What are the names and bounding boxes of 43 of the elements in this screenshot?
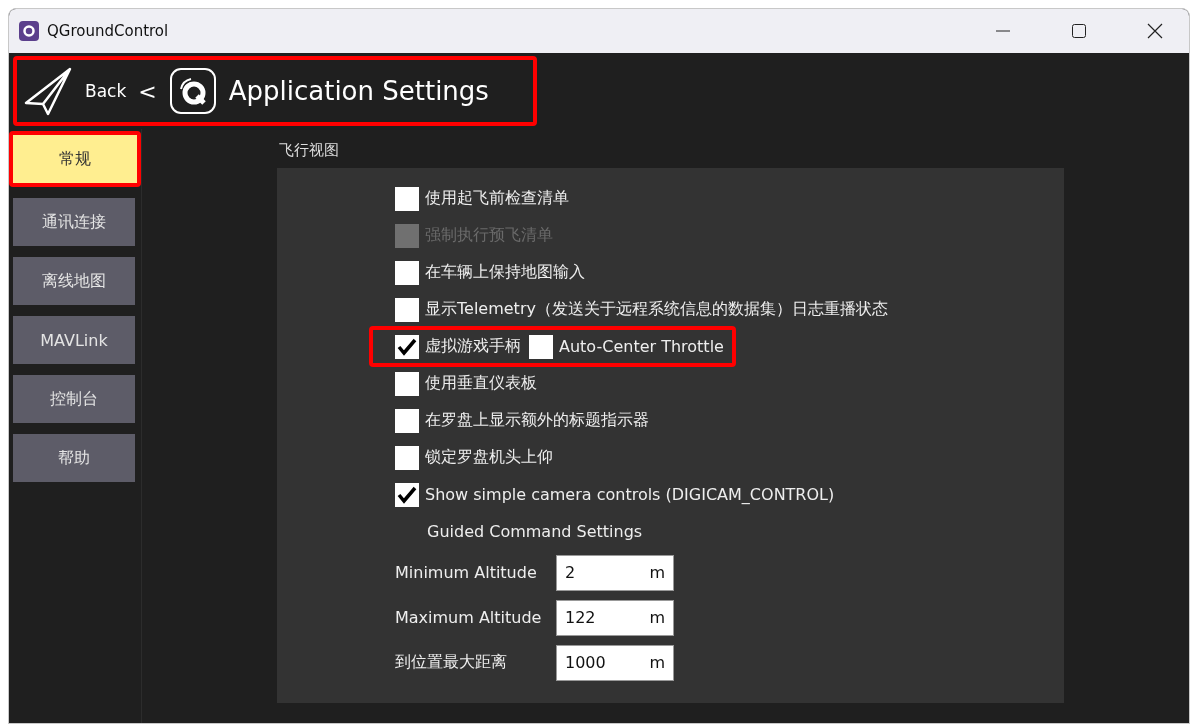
field-label: 到位置最大距离 xyxy=(395,652,508,673)
checkbox[interactable] xyxy=(395,334,419,359)
section-title: 飞行视图 xyxy=(279,141,340,161)
sidebar-item[interactable]: 常规 xyxy=(9,131,141,187)
checkbox[interactable] xyxy=(395,371,419,396)
checkbox-label: 在车辆上保持地图输入 xyxy=(425,262,585,283)
sidebar-item[interactable]: 通讯连接 xyxy=(13,198,135,246)
group-heading: Guided Command Settings xyxy=(427,521,644,543)
app-icon xyxy=(19,21,39,41)
checkmark-icon xyxy=(397,485,417,504)
checkbox[interactable] xyxy=(395,186,419,211)
field-label: Minimum Altitude xyxy=(395,563,538,582)
checkbox[interactable] xyxy=(395,297,419,322)
checkbox[interactable] xyxy=(395,260,419,285)
checkbox[interactable] xyxy=(395,482,419,507)
window-title: QGroundControl xyxy=(47,22,170,40)
checkbox-label: 锁定罗盘机头上仰 xyxy=(425,447,553,468)
checkbox[interactable] xyxy=(395,408,419,433)
maximize-icon[interactable] xyxy=(1072,24,1086,38)
sidebar-item[interactable]: 帮助 xyxy=(13,434,135,482)
app-logo-icon xyxy=(168,67,217,115)
back-link[interactable]: Back xyxy=(85,81,127,101)
checkmark-icon xyxy=(397,337,417,356)
page-title: Application Settings xyxy=(228,76,489,106)
checkbox[interactable] xyxy=(529,334,553,359)
sidebar-item[interactable]: 离线地图 xyxy=(13,257,135,305)
unit-text: m xyxy=(649,562,665,582)
checkbox-label: Auto-Center Throttle xyxy=(559,337,724,356)
unit-text: m xyxy=(649,652,665,672)
checkbox-label: 虚拟游戏手柄 xyxy=(425,336,521,357)
field-label: Maximum Altitude xyxy=(395,608,543,627)
checkbox-label: 显示Telemetry（发送关于远程系统信息的数据集）日志重播状态 xyxy=(425,299,888,320)
sidebar-item[interactable]: 控制台 xyxy=(13,375,135,423)
checkbox[interactable] xyxy=(395,445,419,470)
close-icon[interactable] xyxy=(1147,23,1163,39)
checkbox-label: 使用垂直仪表板 xyxy=(425,373,537,394)
sidebar-item[interactable]: MAVLink xyxy=(13,316,135,364)
unit-text: m xyxy=(649,607,665,627)
checkbox-label: 使用起飞前检查清单 xyxy=(425,188,569,209)
checkbox-label: Show simple camera controls (DIGICAM_CONTROL) xyxy=(425,485,835,504)
checkbox-label: 在罗盘上显示额外的标题指示器 xyxy=(425,410,649,431)
paper-plane-icon[interactable] xyxy=(23,66,73,116)
separator-text: < xyxy=(138,78,157,104)
